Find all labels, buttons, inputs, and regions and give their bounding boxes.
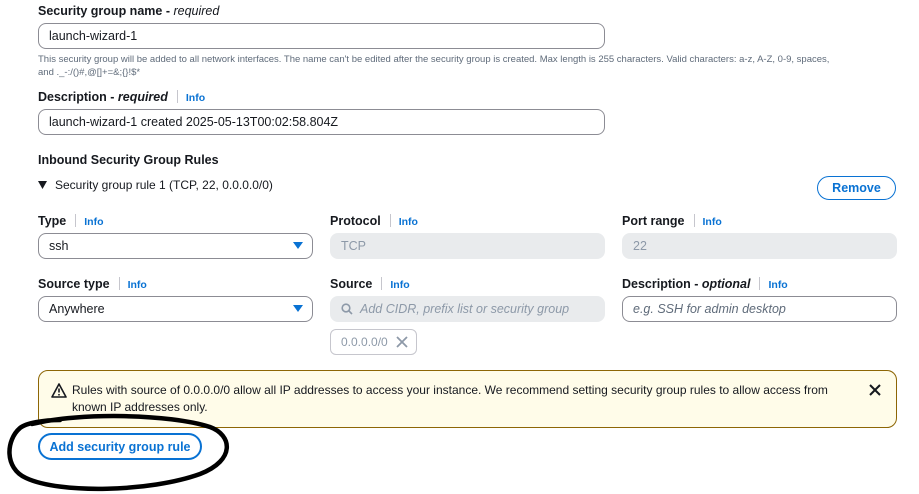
required-text: required (173, 4, 220, 18)
sg-name-label: Security group name - required (38, 4, 220, 18)
rule-description-input[interactable]: e.g. SSH for admin desktop (622, 296, 897, 322)
search-icon (341, 303, 353, 315)
protocol-label: Protocol Info (330, 214, 418, 228)
port-range-input: 22 (622, 233, 897, 259)
required-text: required (117, 90, 168, 104)
dropdown-arrow-icon (293, 305, 303, 312)
source-search-input[interactable]: Add CIDR, prefix list or security group (330, 296, 605, 322)
protocol-input: TCP (330, 233, 605, 259)
caret-down-icon (38, 180, 47, 189)
source-label: Source Info (330, 277, 410, 291)
rule-description-label: Description - optional Info (622, 277, 788, 291)
close-icon[interactable] (396, 336, 408, 348)
protocol-info-link[interactable]: Info (399, 216, 418, 228)
warning-text: Rules with source of 0.0.0.0/0 allow all… (72, 383, 828, 414)
type-label: Type Info (38, 214, 104, 228)
source-token: 0.0.0.0/0 (330, 329, 417, 355)
description-info-link[interactable]: Info (186, 92, 205, 104)
dropdown-arrow-icon (293, 242, 303, 249)
source-type-info-link[interactable]: Info (128, 279, 147, 291)
description-label: Description - required Info (38, 90, 206, 104)
warning-icon (51, 383, 67, 398)
type-info-link[interactable]: Info (84, 216, 103, 228)
remove-button[interactable]: Remove (817, 176, 896, 200)
warning-alert: Rules with source of 0.0.0.0/0 allow all… (38, 370, 897, 428)
sg-name-helper: This security group will be added to all… (38, 54, 830, 78)
optional-text: optional (701, 277, 751, 291)
rule-expander[interactable]: Security group rule 1 (TCP, 22, 0.0.0.0/… (38, 178, 273, 192)
source-type-label: Source type Info (38, 277, 147, 291)
sg-name-input[interactable]: launch-wizard-1 (38, 23, 605, 49)
rule-description-info-link[interactable]: Info (768, 279, 787, 291)
rule-title: Security group rule 1 (TCP, 22, 0.0.0.0/… (55, 178, 273, 192)
dismiss-icon[interactable] (869, 384, 881, 396)
port-range-label: Port range Info (622, 214, 722, 228)
port-range-info-link[interactable]: Info (703, 216, 722, 228)
description-input[interactable]: launch-wizard-1 created 2025-05-13T00:02… (38, 109, 605, 135)
add-security-group-rule-button[interactable]: Add security group rule (38, 433, 202, 460)
type-select[interactable]: ssh (38, 233, 313, 259)
inbound-rules-heading: Inbound Security Group Rules (38, 153, 219, 167)
source-info-link[interactable]: Info (390, 279, 409, 291)
source-type-select[interactable]: Anywhere (38, 296, 313, 322)
